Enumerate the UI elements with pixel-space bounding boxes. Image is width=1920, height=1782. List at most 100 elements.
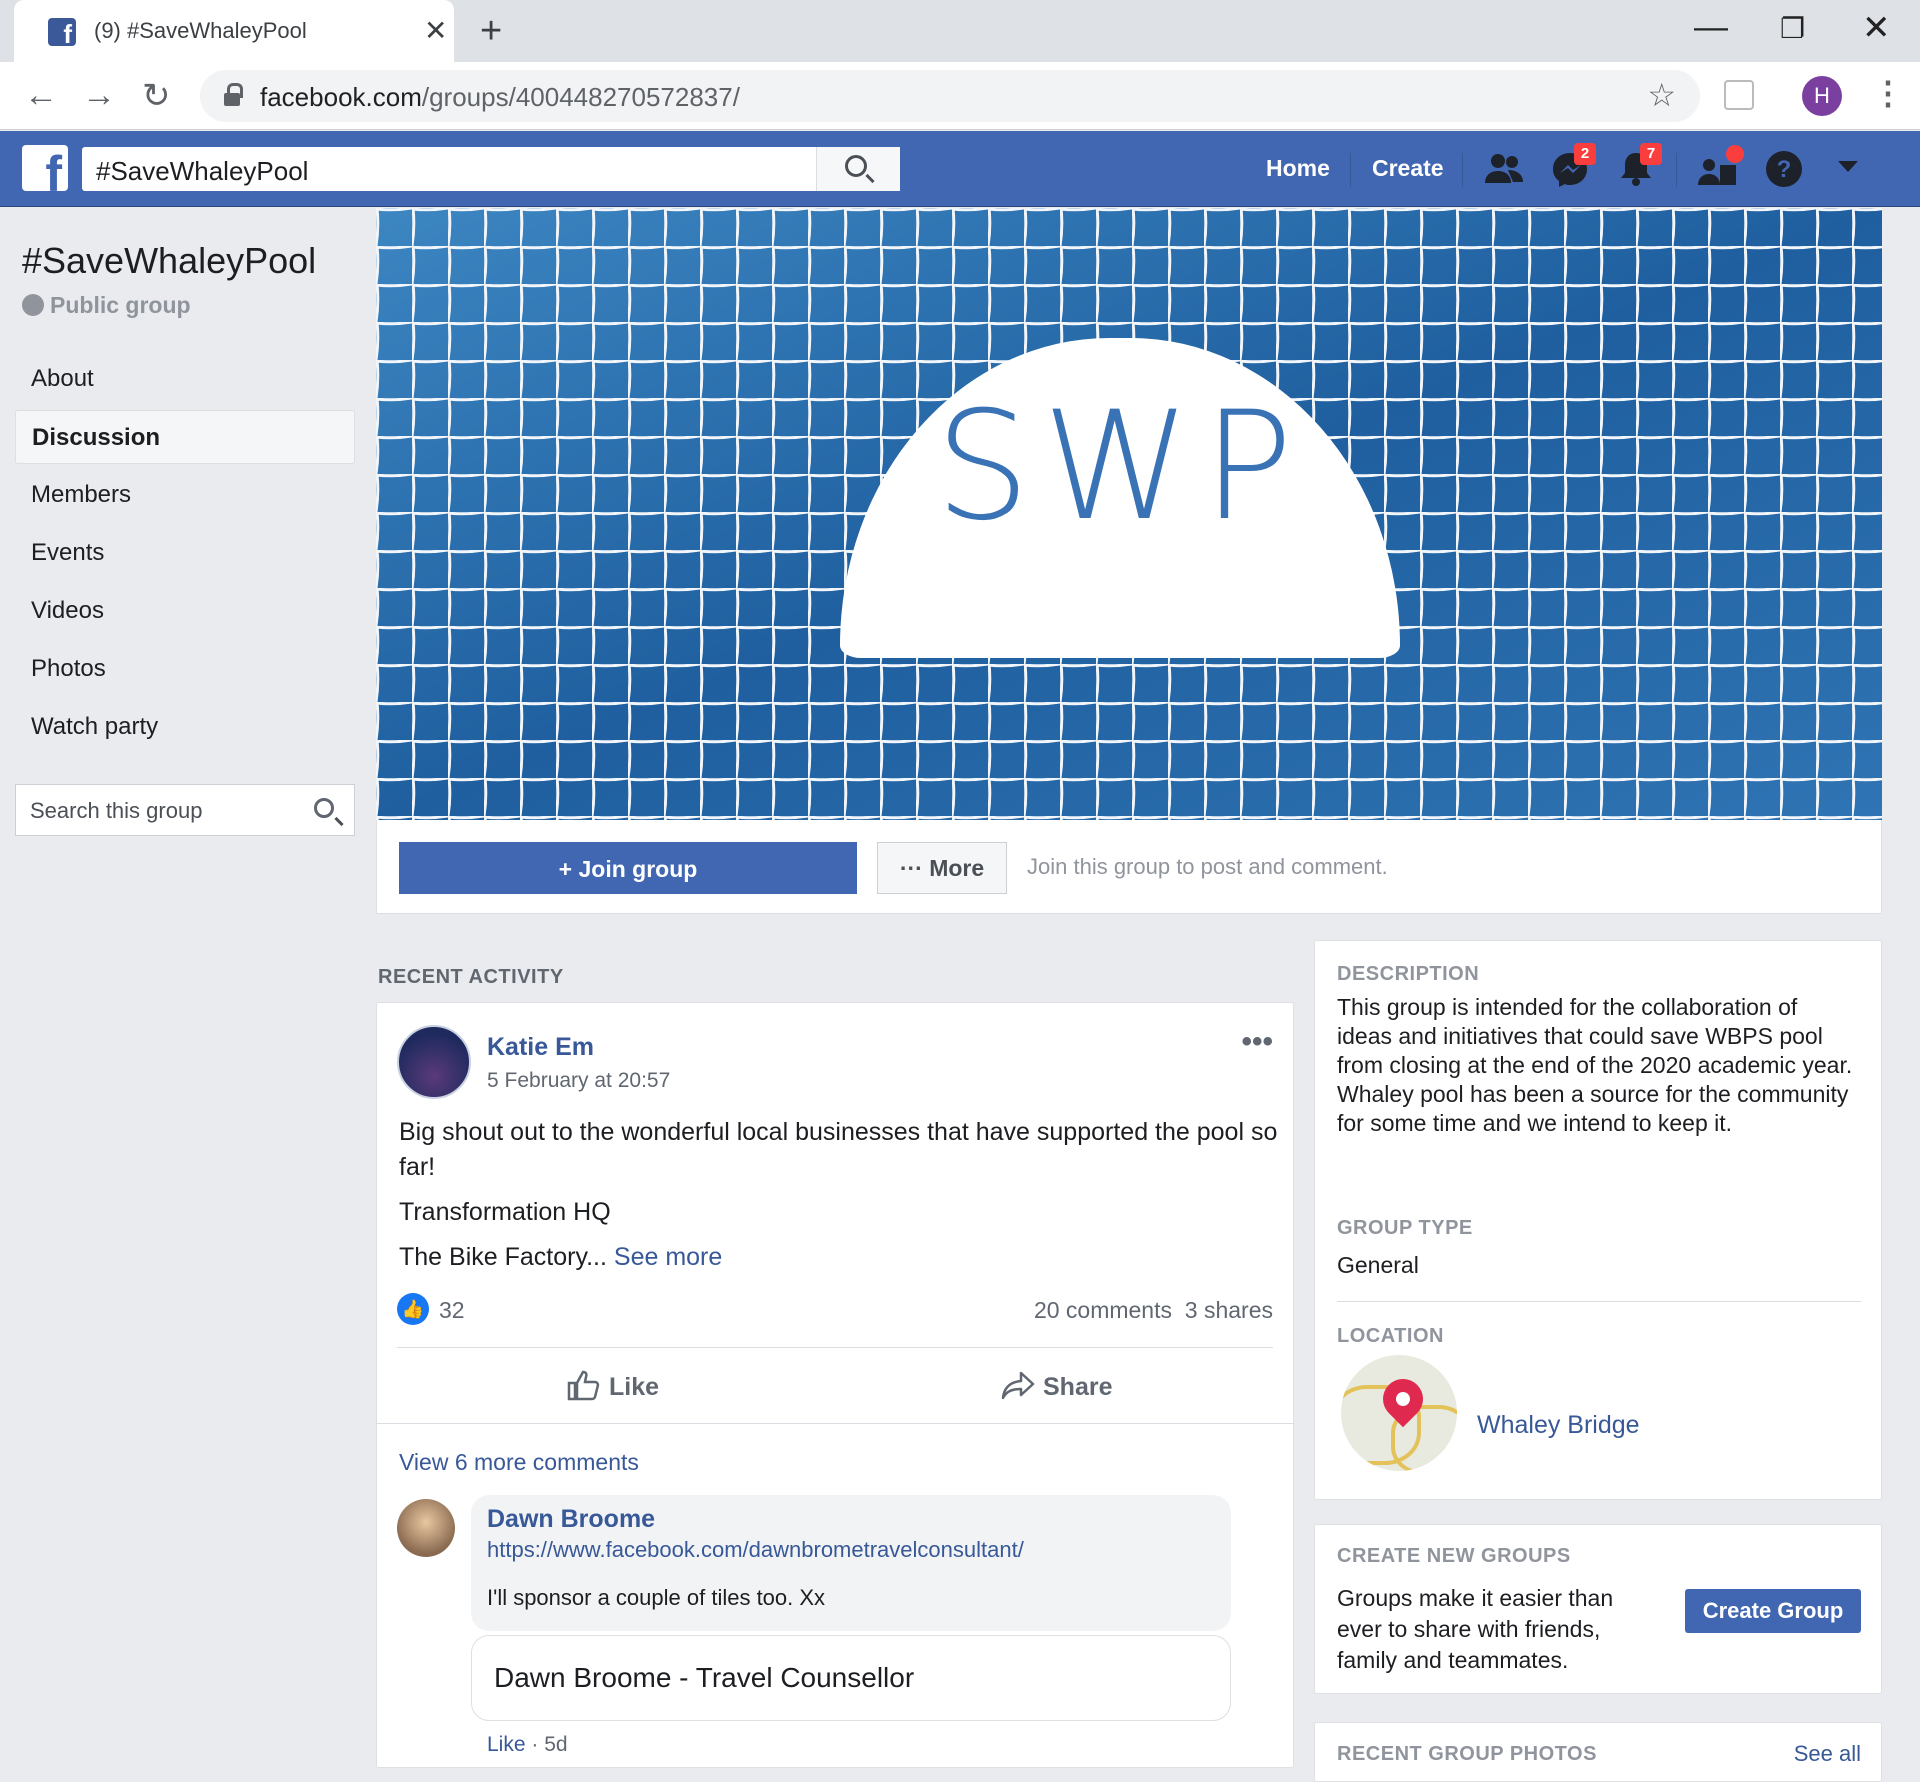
avatar[interactable] [397,1025,471,1099]
fb-search-value: #SaveWhaleyPool [96,156,309,186]
account-menu-caret-icon[interactable] [1836,155,1880,199]
reaction-count[interactable]: 32 [439,1297,465,1324]
view-more-comments-link[interactable]: View 6 more comments [399,1449,639,1476]
sidebar-item-events[interactable]: Events [15,526,355,580]
fb-search-button[interactable] [816,147,900,191]
bookmark-star-icon[interactable]: ☆ [1647,76,1676,114]
nav-create[interactable]: Create [1372,155,1444,182]
location-heading: LOCATION [1337,1325,1444,1347]
like-reaction-icon: 👍 [397,1293,429,1325]
like-button[interactable]: Like [567,1369,659,1402]
post-text: The Bike Factory... [399,1243,607,1271]
description-heading: DESCRIPTION [1337,963,1480,985]
notifications-bell-icon[interactable]: 7 [1614,143,1662,191]
shares-count[interactable]: 3 shares [1185,1297,1273,1323]
recent-activity-heading: RECENT ACTIVITY [378,966,564,988]
description-text: Whaley pool has been a source for the co… [1337,1081,1849,1136]
restore-icon[interactable]: ❐ [1780,12,1805,45]
comment-link[interactable]: https://www.facebook.com/dawnbrometravel… [487,1537,1024,1563]
see-all-link[interactable]: See all [1794,1741,1861,1767]
facebook-logo-icon[interactable]: f [22,145,68,191]
back-icon[interactable]: ← [24,76,58,115]
see-more-link[interactable]: See more [614,1243,722,1271]
create-groups-text: Groups make it easier than ever to share… [1337,1585,1614,1673]
sidebar-item-about[interactable]: About [15,352,355,406]
forward-icon[interactable]: → [82,76,116,115]
search-icon [845,155,867,177]
nav-divider [1676,153,1677,187]
new-tab-icon[interactable]: + [480,10,502,53]
group-cover-photo: SWP [376,208,1882,820]
cover-logo-text: SWP [935,380,1305,554]
location-map-icon[interactable] [1341,1355,1457,1471]
browser-tab[interactable]: f (9) #SaveWhaleyPool ✕ [14,0,454,62]
divider [397,1347,1273,1348]
create-groups-card: CREATE NEW GROUPS Groups make it easier … [1314,1524,1882,1694]
reload-icon[interactable]: ↻ [142,76,171,116]
sidebar-item-photos[interactable]: Photos [15,642,355,696]
post-body: Big shout out to the wonderful local bus… [399,1115,1279,1285]
nav-home[interactable]: Home [1266,155,1330,182]
minimize-icon[interactable]: — [1694,8,1728,47]
group-description: This group is intended for the collabora… [1337,993,1857,1138]
like-label: Like [609,1373,660,1401]
search-icon[interactable] [314,798,334,818]
group-search-input[interactable]: Search this group [15,784,355,836]
description-text: This group is intended for the collabora… [1337,994,1853,1078]
tab-title: (9) #SaveWhaleyPool [94,18,307,43]
nav-divider [1350,153,1351,187]
about-card: DESCRIPTION This group is intended for t… [1314,940,1882,1500]
url-path: /groups/400448270572837/ [421,82,740,112]
sidebar-item-watch-party[interactable]: Watch party [15,700,355,754]
post-text: Big shout out to the wonderful local bus… [399,1118,1278,1181]
share-button[interactable]: Share [1001,1369,1112,1402]
post-timestamp[interactable]: 5 February at 20:57 [487,1069,670,1093]
profile-avatar[interactable]: H [1802,76,1842,116]
quick-help-people-icon[interactable] [1696,145,1744,191]
comment-age: · 5d [531,1733,568,1756]
post-options-icon[interactable]: ••• [1241,1025,1273,1059]
extension-icon[interactable] [1724,80,1754,110]
divider [377,1423,1293,1424]
divider [1337,1301,1861,1302]
group-type-heading: GROUP TYPE [1337,1217,1473,1239]
url-field[interactable]: facebook.com/groups/400448270572837/ ☆ [200,70,1700,122]
feed-post: Katie Em 5 February at 20:57 ••• Big sho… [376,1002,1294,1768]
create-group-button[interactable]: Create Group [1685,1589,1861,1633]
link-preview-card[interactable]: Dawn Broome - Travel Counsellor [471,1635,1231,1721]
comments-count[interactable]: 20 comments [1034,1297,1172,1323]
avatar[interactable] [397,1499,455,1557]
notifications-badge: 7 [1640,143,1662,165]
group-privacy-label: Public group [50,292,191,318]
window-close-icon[interactable]: ✕ [1862,8,1891,48]
tab-close-icon[interactable]: ✕ [424,14,447,47]
url-host: facebook.com [260,82,422,112]
location-link[interactable]: Whaley Bridge [1477,1411,1640,1440]
sidebar-item-videos[interactable]: Videos [15,584,355,638]
group-search-placeholder: Search this group [30,798,203,823]
lock-icon [224,83,243,107]
group-name[interactable]: #SaveWhaleyPool [22,240,316,282]
create-groups-heading: CREATE NEW GROUPS [1337,1545,1571,1567]
join-group-button[interactable]: + Join group [399,842,857,894]
facebook-favicon-icon: f [48,18,76,46]
messages-badge: 2 [1574,143,1596,165]
fb-search-input[interactable]: #SaveWhaleyPool [82,147,900,191]
browser-menu-icon[interactable]: ⋮ [1872,74,1904,112]
friend-requests-icon[interactable] [1482,147,1526,191]
sidebar-item-members[interactable]: Members [15,468,355,522]
messenger-icon[interactable]: 2 [1548,143,1596,191]
svg-text:?: ? [1777,156,1792,183]
comment-like-link[interactable]: Like [487,1733,526,1756]
comment-author[interactable]: Dawn Broome [487,1505,655,1534]
post-stats: 20 comments 3 shares [1034,1297,1273,1324]
more-button[interactable]: ··· More [877,842,1007,894]
post-author[interactable]: Katie Em [487,1033,594,1062]
comment-text: I'll sponsor a couple of tiles too. Xx [487,1585,826,1610]
globe-icon [22,294,44,316]
address-bar: ← → ↻ facebook.com/groups/40044827057283… [0,62,1920,130]
sidebar-item-discussion[interactable]: Discussion [15,410,355,464]
facebook-header: f #SaveWhaleyPool Home Create 2 7 ? [0,131,1920,207]
share-icon [1001,1371,1035,1400]
help-icon[interactable]: ? [1762,147,1806,191]
